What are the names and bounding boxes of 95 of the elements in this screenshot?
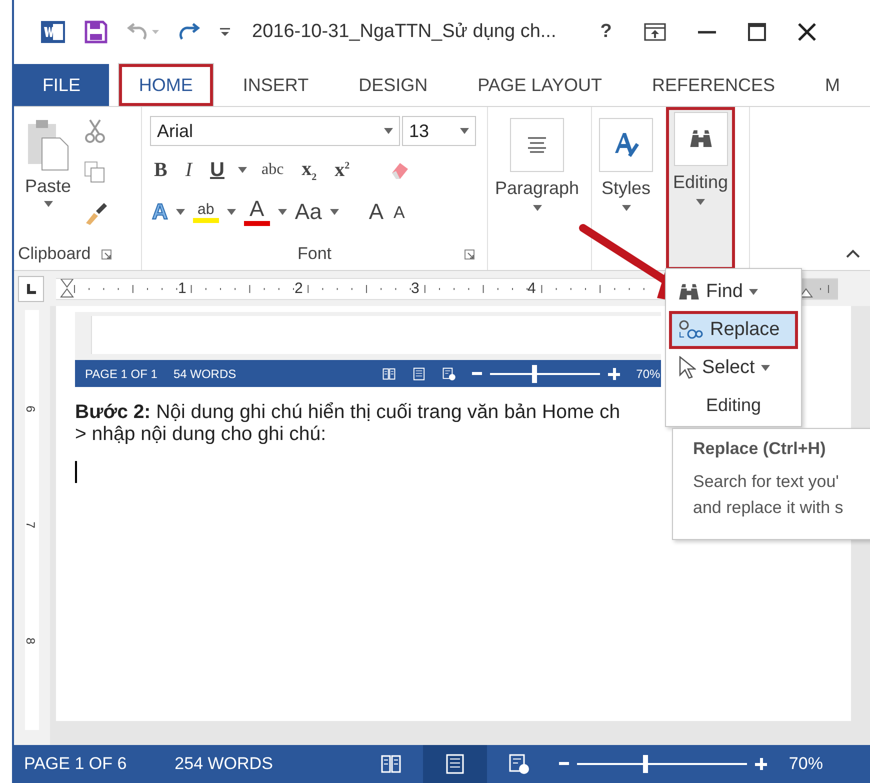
- menu-item[interactable]: Replace: [669, 311, 798, 349]
- format-button[interactable]: x$^{2}$: [330, 158, 354, 182]
- zoom-in-icon: [608, 368, 620, 380]
- word-count: 54 WORDS: [173, 366, 236, 380]
- book-icon: [382, 366, 396, 380]
- page-icon: [444, 753, 466, 775]
- menu-item[interactable]: Select: [669, 349, 798, 387]
- format-button[interactable]: abc: [257, 161, 288, 179]
- font-tool-button[interactable]: A: [366, 201, 386, 223]
- ribbon-button[interactable]: Editing: [666, 107, 736, 270]
- collapse-ribbon-icon: [846, 249, 860, 258]
- format-button[interactable]: I: [181, 158, 196, 182]
- close-icon: [798, 23, 816, 41]
- font-tool-button[interactable]: Aa: [292, 201, 324, 223]
- paste-button[interactable]: Paste: [18, 113, 78, 242]
- font-tool-button[interactable]: A: [242, 198, 272, 226]
- caret-icon: [44, 201, 53, 207]
- view-button[interactable]: [422, 745, 487, 783]
- binoculars-icon: [678, 283, 700, 301]
- minimize-icon: [698, 30, 716, 34]
- format-painter-icon: [84, 201, 108, 225]
- zoom-out-icon: [472, 372, 482, 376]
- ruler-number: 1: [178, 280, 186, 296]
- word-app-icon: [40, 19, 66, 45]
- web-page-icon: [442, 366, 456, 380]
- ruler-number: 6: [23, 406, 38, 412]
- help-button[interactable]: ?: [600, 21, 612, 43]
- group-label: Font: [297, 244, 332, 264]
- word-count: 254 WORDS: [174, 754, 273, 774]
- group-label: Clipboard: [18, 244, 91, 264]
- caret-icon: [696, 199, 706, 205]
- tooltip-text: and replace it with s: [693, 497, 844, 519]
- caret-icon: [622, 205, 630, 211]
- page-count: PAGE 1 OF 6: [24, 754, 127, 774]
- clipboard-icon: [26, 118, 70, 172]
- zoom-in-icon: [754, 758, 767, 770]
- caret-icon: [748, 289, 758, 295]
- format-button[interactable]: U: [206, 158, 228, 182]
- text-cursor: [75, 461, 77, 483]
- ribbon-button[interactable]: Paragraph: [488, 113, 586, 264]
- caret-icon: [384, 128, 393, 134]
- page-icon: [412, 366, 426, 380]
- caret-icon: [176, 209, 185, 215]
- ruler-number: 7: [23, 522, 38, 528]
- ruler-number: 8: [23, 638, 38, 644]
- ruler-number: 2: [294, 280, 303, 296]
- caret-icon: [330, 209, 339, 215]
- ribbon-tab[interactable]: FILE: [14, 64, 109, 106]
- tooltip-title: Replace (Ctrl+H): [693, 439, 827, 459]
- left-tab-icon: [26, 284, 36, 294]
- paragraph: > nhập nội dung cho ghi chú:: [75, 423, 326, 445]
- copy-icon: [84, 161, 106, 183]
- zoom-percent: 70%: [636, 366, 660, 380]
- ruler-number: 3: [411, 280, 420, 296]
- caret-icon: [238, 167, 248, 173]
- menu-item[interactable]: Find: [669, 273, 798, 311]
- ribbon-display-icon: [644, 23, 666, 41]
- ribbon-button[interactable]: Styles: [592, 113, 660, 264]
- save-icon: [84, 20, 108, 44]
- zoom-out-icon: [558, 762, 569, 766]
- tooltip-text: Search for text you': [693, 471, 840, 493]
- menu-group-label: Editing: [704, 394, 762, 417]
- font-tool-button[interactable]: ab: [190, 202, 221, 222]
- scissors-icon: [84, 119, 106, 143]
- cursor-icon: [678, 356, 696, 380]
- binoculars-icon: [688, 129, 713, 149]
- styles-icon: [612, 131, 640, 159]
- page-count: PAGE 1 OF 1: [85, 366, 158, 380]
- format-button[interactable]: x$_{2}$: [298, 158, 321, 182]
- caret-icon: [760, 365, 770, 371]
- redo-icon: [178, 22, 202, 42]
- zoom-percent: 70%: [788, 754, 823, 774]
- font-tool-button[interactable]: A: [392, 204, 407, 220]
- caret-icon: [460, 128, 469, 134]
- paragraph-icon: [526, 137, 548, 153]
- caret-icon: [278, 209, 287, 215]
- ribbon-tab[interactable]: HOME: [118, 64, 213, 106]
- tab-selector[interactable]: [18, 276, 44, 302]
- window-title: 2016-10-31_NgaTTN_Sử dụng ch...: [252, 21, 556, 43]
- caret-icon: [226, 209, 236, 215]
- undo-icon: [126, 22, 160, 42]
- web-page-icon: [508, 753, 530, 775]
- dialog-launcher-icon: [464, 248, 475, 260]
- dialog-launcher-icon: [100, 248, 112, 260]
- zoom-slider[interactable]: [490, 364, 600, 384]
- format-button[interactable]: B: [150, 158, 172, 182]
- zoom-slider[interactable]: [576, 754, 747, 774]
- caret-icon: [532, 205, 542, 211]
- font-size-field[interactable]: 13: [402, 116, 476, 146]
- paragraph: Bước 2: Nội dung ghi chú hiển thị cuối trang văn bản Home ch: [75, 401, 620, 423]
- ruler-number: 4: [528, 280, 536, 296]
- font-name-field[interactable]: Arial: [150, 116, 400, 146]
- maximize-icon: [748, 23, 766, 41]
- book-icon: [380, 753, 402, 775]
- customize-toolbar-icon: [220, 27, 230, 37]
